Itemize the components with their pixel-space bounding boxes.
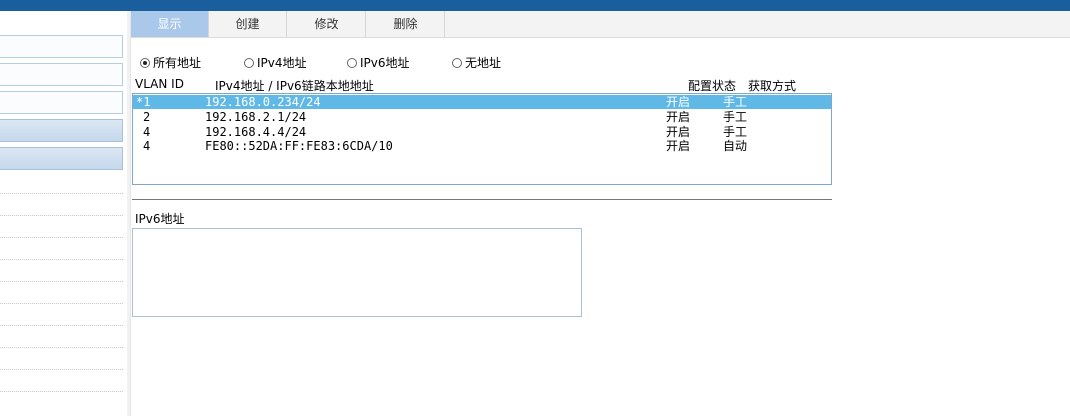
sidebar-item-1[interactable] [0, 35, 123, 58]
sidebar-item-2[interactable] [0, 63, 123, 86]
column-header-acquire-method: 获取方式 [748, 79, 797, 93]
column-header-address: IPv4地址 / IPv6链路本地地址 [215, 79, 374, 93]
config-state-cell: 开启 [666, 139, 691, 153]
tab-create[interactable]: 创建 [209, 11, 287, 37]
sidebar [0, 11, 127, 416]
radio-ipv4-addresses[interactable]: IPv4地址 [244, 55, 307, 71]
radio-ipv6-addresses[interactable]: IPv6地址 [347, 55, 410, 71]
ipv6-address-label: IPv6地址 [135, 212, 185, 226]
radio-all-addresses[interactable]: 所有地址 [140, 55, 201, 71]
ipv6-address-list[interactable] [132, 228, 582, 317]
address-cell: 192.168.0.234/24 [205, 95, 321, 109]
table-row[interactable]: 4 192.168.4.4/24 开启 手工 [133, 125, 831, 139]
radio-checked-icon[interactable] [140, 58, 150, 68]
radio-label: 无地址 [465, 56, 502, 70]
sidebar-divider-line [0, 391, 123, 392]
radio-label: IPv4地址 [257, 56, 307, 70]
sidebar-splitter[interactable] [127, 11, 131, 416]
vlan-id-cell: *1 [136, 95, 151, 109]
config-state-cell: 开启 [666, 110, 691, 124]
tab-bar: 显示 创建 修改 删除 [131, 11, 1070, 38]
sidebar-divider-line [0, 303, 123, 304]
sidebar-divider-line [0, 237, 123, 238]
table-row[interactable]: 2 192.168.2.1/24 开启 手工 [133, 110, 831, 124]
sidebar-divider-line [0, 369, 123, 370]
sidebar-item-5[interactable] [0, 147, 123, 170]
column-header-config-state: 配置状态 [688, 79, 737, 93]
vlan-id-cell: 4 [143, 139, 151, 153]
top-bar [0, 0, 1070, 11]
sidebar-item-3[interactable] [0, 91, 123, 114]
radio-unchecked-icon[interactable] [452, 58, 462, 68]
acquire-method-cell: 手工 [723, 125, 748, 139]
config-state-cell: 开启 [666, 95, 691, 109]
vlan-id-cell: 2 [143, 110, 151, 124]
sidebar-item-4[interactable] [0, 119, 123, 142]
address-cell: 192.168.4.4/24 [205, 125, 307, 139]
sidebar-divider-line [0, 347, 123, 348]
radio-unchecked-icon[interactable] [347, 58, 357, 68]
vlan-id-cell: 4 [143, 125, 151, 139]
radio-unchecked-icon[interactable] [244, 58, 254, 68]
acquire-method-cell: 自动 [723, 139, 748, 153]
radio-label: 所有地址 [153, 56, 202, 70]
sidebar-divider-line [0, 193, 123, 194]
radio-no-address[interactable]: 无地址 [452, 55, 501, 71]
tab-modify[interactable]: 修改 [288, 11, 366, 37]
sidebar-divider-line [0, 215, 123, 216]
sidebar-divider-line [0, 325, 123, 326]
sidebar-divider-line [0, 259, 123, 260]
address-cell: 192.168.2.1/24 [205, 110, 307, 124]
acquire-method-cell: 手工 [723, 95, 748, 109]
table-row[interactable]: 4 FE80::52DA:FF:FE83:6CDA/10 开启 自动 [133, 139, 831, 153]
radio-label: IPv6地址 [360, 56, 410, 70]
address-cell: FE80::52DA:FF:FE83:6CDA/10 [205, 139, 393, 153]
sidebar-divider-line [0, 281, 123, 282]
acquire-method-cell: 手工 [723, 110, 748, 124]
section-divider [132, 199, 832, 200]
tab-delete[interactable]: 删除 [367, 11, 445, 37]
config-state-cell: 开启 [666, 125, 691, 139]
column-header-vlan-id: VLAN ID [135, 77, 184, 91]
tab-display[interactable]: 显示 [131, 11, 209, 37]
address-list[interactable]: *1 192.168.0.234/24 开启 手工 2 192.168.2.1/… [132, 93, 832, 185]
table-row[interactable]: *1 192.168.0.234/24 开启 手工 [133, 95, 831, 109]
